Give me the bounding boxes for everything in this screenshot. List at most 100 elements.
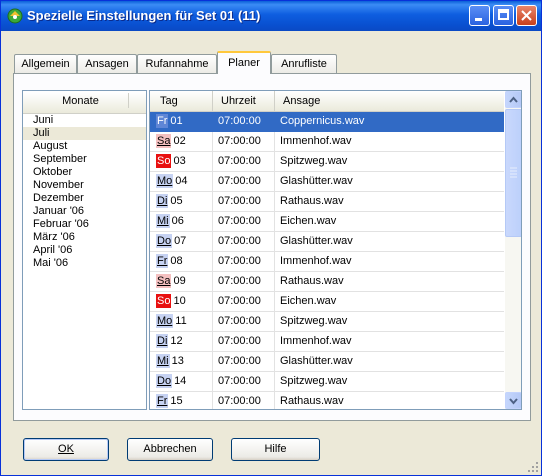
vertical-scrollbar[interactable] [505,91,521,409]
column-divider [212,232,213,251]
resize-grip-icon[interactable] [527,461,539,473]
column-divider [274,132,275,151]
day-cell: So 10 [156,292,210,311]
announcement-cell: Spitzweg.wav [280,315,348,327]
table-row[interactable]: Di 12 07:00:00 Immenhof.wav [150,332,504,352]
table-row[interactable]: So 10 07:00:00 Eichen.wav [150,292,504,312]
month-item-selected[interactable]: Juli [23,127,146,140]
column-header-ansage[interactable]: Ansage [275,91,504,111]
app-disc-icon [7,8,23,24]
help-button[interactable]: Hilfe [231,438,320,461]
weekday-badge: So [156,294,172,308]
day-cell: Mi 06 [156,212,210,231]
month-item[interactable]: Juni [23,114,146,127]
announcement-cell: Rathaus.wav [280,395,344,407]
table-row[interactable]: Mo 04 07:00:00 Glashütter.wav [150,172,504,192]
time-cell: 07:00:00 [218,215,261,227]
column-divider [212,252,213,271]
month-item[interactable]: Januar '06 [23,205,146,218]
day-cell: Do 14 [156,372,210,391]
column-divider [274,392,275,409]
month-item[interactable]: September [23,153,146,166]
announcement-cell: Rathaus.wav [280,275,344,287]
announcement-cell: Glashütter.wav [280,235,353,247]
column-divider [274,292,275,311]
weekday-badge: Do [156,374,173,388]
column-header-tag[interactable]: Tag [150,91,213,111]
day-cell: Di 12 [156,332,210,351]
weekday-badge: So [156,154,172,168]
day-cell: Di 05 [156,192,210,211]
scroll-down-icon [509,398,518,405]
month-item[interactable]: Dezember [23,192,146,205]
time-cell: 07:00:00 [218,135,261,147]
close-button[interactable] [516,5,537,26]
column-divider [274,312,275,331]
announcement-cell: Spitzweg.wav [280,375,348,387]
weekday-badge: Mo [156,314,174,328]
day-cell: Sa 02 [156,132,210,151]
announcement-cell: Rathaus.wav [280,195,344,207]
weekday-badge: Sa [156,134,172,148]
column-divider [212,132,213,151]
tab-anrufliste[interactable]: Anrufliste [271,54,337,73]
schedule-table[interactable]: Tag Uhrzeit Ansage Fr 01 07:00:00 Coppernic… [149,90,522,410]
month-item[interactable]: Februar '06 [23,218,146,231]
ok-button[interactable]: OK [23,438,109,461]
day-number: 05 [170,195,183,207]
scroll-down-button[interactable] [505,392,521,409]
month-item[interactable]: Oktober [23,166,146,179]
column-header-uhrzeit[interactable]: Uhrzeit [213,91,275,111]
table-row[interactable]: Mi 06 07:00:00 Eichen.wav [150,212,504,232]
table-row[interactable]: So 03 07:00:00 Spitzweg.wav [150,152,504,172]
cancel-button[interactable]: Abbrechen [127,438,213,461]
weekday-badge: Di [156,334,169,348]
weekday-badge: Sa [156,274,172,288]
month-item[interactable]: April '06 [23,244,146,257]
table-row[interactable]: Fr 15 07:00:00 Rathaus.wav [150,392,504,409]
table-row[interactable]: Di 05 07:00:00 Rathaus.wav [150,192,504,212]
minimize-button[interactable] [469,5,490,26]
day-number: 08 [170,255,183,267]
table-row[interactable]: Fr 08 07:00:00 Immenhof.wav [150,252,504,272]
tab-rufannahme[interactable]: Rufannahme [137,54,217,73]
month-item[interactable]: Mai '06 [23,257,146,270]
scroll-up-button[interactable] [505,91,521,108]
weekday-badge: Fr [156,114,169,128]
maximize-button[interactable] [493,5,514,26]
day-number: 06 [171,215,184,227]
dialog-window: Spezielle Einstellungen für Set 01 (11) … [0,0,542,476]
day-cell: Sa 09 [156,272,210,291]
column-divider [274,152,275,171]
column-divider [274,112,275,131]
month-item[interactable]: März '06 [23,231,146,244]
months-header[interactable]: Monate [23,93,146,114]
table-row[interactable]: Do 14 07:00:00 Spitzweg.wav [150,372,504,392]
months-list[interactable]: Monate Juni Juli August September Oktobe… [22,90,147,410]
tab-ansagen[interactable]: Ansagen [77,54,137,73]
tab-allgemein[interactable]: Allgemein [14,54,77,73]
column-divider [212,372,213,391]
month-item[interactable]: August [23,140,146,153]
table-row[interactable]: Sa 09 07:00:00 Rathaus.wav [150,272,504,292]
day-number: 13 [171,355,184,367]
weekday-badge: Fr [156,254,169,268]
table-row-selected[interactable]: Fr 01 07:00:00 Coppernicus.wav [150,112,504,132]
month-item[interactable]: November [23,179,146,192]
time-cell: 07:00:00 [218,355,261,367]
scroll-thumb[interactable] [505,109,521,237]
title-bar[interactable]: Spezielle Einstellungen für Set 01 (11) [1,1,541,31]
column-divider [274,252,275,271]
day-number: 14 [174,375,187,387]
table-row[interactable]: Mi 13 07:00:00 Glashütter.wav [150,352,504,372]
table-row[interactable]: Do 07 07:00:00 Glashütter.wav [150,232,504,252]
day-number: 09 [173,275,186,287]
weekday-badge: Mo [156,174,174,188]
column-divider [212,352,213,371]
table-row[interactable]: Mo 11 07:00:00 Spitzweg.wav [150,312,504,332]
column-divider [212,312,213,331]
table-row[interactable]: Sa 02 07:00:00 Immenhof.wav [150,132,504,152]
announcement-cell: Immenhof.wav [280,255,352,267]
tab-planer[interactable]: Planer [217,51,271,74]
day-number: 10 [173,295,186,307]
